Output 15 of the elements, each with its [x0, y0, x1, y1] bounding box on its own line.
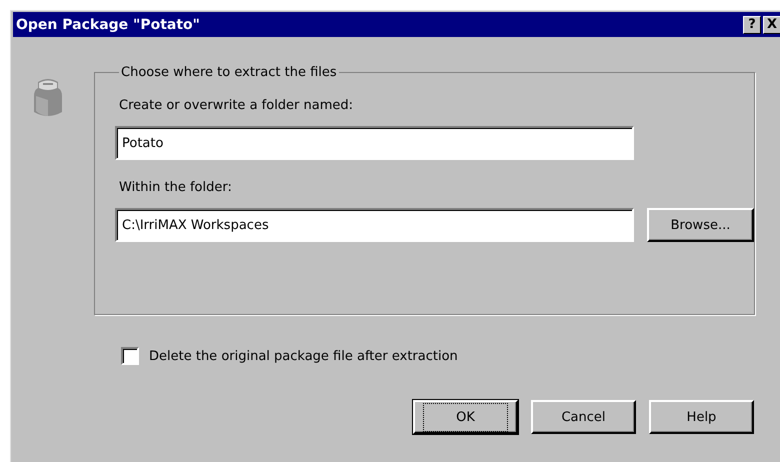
browse-button[interactable]: Browse... [647, 208, 754, 242]
dialog-button[interactable]: OK [413, 400, 518, 434]
group-legend: Choose where to extract the files [119, 65, 339, 80]
checkbox[interactable] [121, 347, 139, 365]
close-button[interactable]: X [763, 16, 780, 34]
input-field[interactable]: C:\IrriMAX Workspaces [115, 208, 634, 242]
field-label: Within the folder: [119, 180, 233, 195]
dialog-button[interactable]: Cancel [531, 400, 636, 434]
field-label: Create or overwrite a folder named: [119, 98, 354, 113]
dialog-button[interactable]: Help [649, 400, 754, 434]
window-title: Open Package "Potato" [16, 16, 200, 32]
input-field[interactable]: Potato [115, 126, 634, 160]
package-icon [33, 76, 63, 118]
help-button[interactable]: ? [743, 16, 761, 34]
checkbox-label: Delete the original package file after extraction [149, 348, 458, 364]
